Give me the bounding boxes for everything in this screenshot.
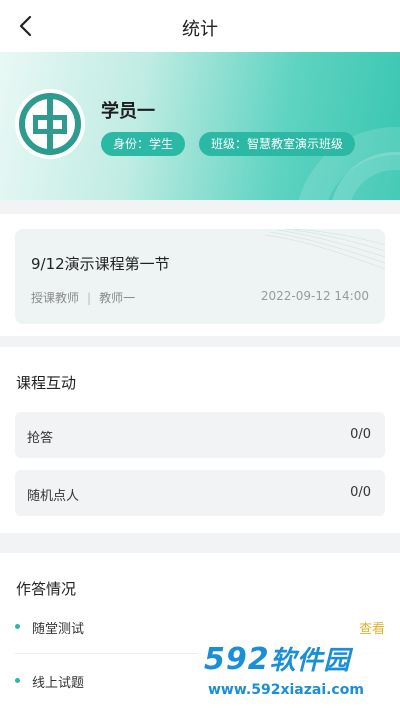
bullet-dot-icon — [15, 678, 20, 683]
separator: | — [87, 291, 92, 305]
teacher-name: 教师一 — [99, 291, 136, 305]
wave-pattern-decoration — [265, 229, 385, 270]
lesson-datetime: 2022-09-12 14:00 — [260, 289, 369, 303]
interaction-row-quick-answer[interactable]: 抢答 0/0 — [15, 412, 385, 458]
view-link[interactable]: 查看 — [359, 618, 385, 637]
watermark-url: www.592xiazai.com — [208, 682, 364, 698]
page-title: 统计 — [182, 19, 218, 40]
watermark-logo-text: 软件园 — [269, 646, 351, 676]
row-value: 0/0 — [350, 427, 371, 442]
row-label: 抢答 — [27, 431, 54, 446]
row-value: 0/0 — [350, 485, 371, 500]
teacher-label: 授课教师 — [31, 291, 80, 305]
bullet-dot-icon — [15, 624, 20, 629]
list-item-label: 随堂测试 — [32, 622, 85, 637]
interaction-heading: 课程互动 — [16, 374, 77, 392]
avatar — [15, 89, 85, 159]
lesson-card[interactable]: 9/12演示课程第一节 授课教师 | 教师一 2022-09-12 14:00 — [15, 229, 385, 324]
watermark-logo-number: 592 — [204, 642, 270, 677]
interaction-row-random-call[interactable]: 随机点人 0/0 — [15, 470, 385, 516]
answer-heading: 作答情况 — [16, 580, 77, 598]
class-badge: 班级：智慧教室演示班级 — [199, 132, 356, 156]
role-badge: 身份：学生 — [101, 132, 186, 156]
row-label: 随机点人 — [27, 489, 80, 504]
list-item-label: 线上试题 — [32, 676, 85, 691]
bank-logo-icon — [19, 93, 81, 155]
watermark: 592软件园 www.592xiazai.com — [198, 638, 400, 711]
lesson-title: 9/12演示课程第一节 — [31, 255, 170, 273]
lesson-section: 9/12演示课程第一节 授课教师 | 教师一 2022-09-12 14:00 — [0, 214, 400, 336]
user-name: 学员一 — [101, 101, 155, 122]
interaction-section: 课程互动 抢答 0/0 随机点人 0/0 — [0, 347, 400, 533]
profile-banner: 学员一 身份：学生 班级：智慧教室演示班级 — [0, 52, 400, 200]
watermark-logo: 592软件园 — [204, 640, 351, 677]
lesson-teacher: 授课教师 | 教师一 — [31, 289, 135, 306]
top-navbar: 统计 — [0, 0, 400, 52]
